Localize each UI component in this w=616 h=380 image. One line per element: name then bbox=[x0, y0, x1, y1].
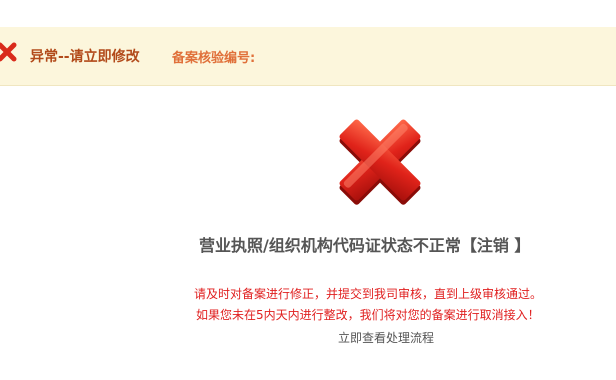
view-process-link[interactable]: 立即查看处理流程 bbox=[338, 329, 434, 346]
verification-code-label: 备案核验编号: bbox=[172, 51, 256, 66]
error-x-icon bbox=[0, 42, 17, 62]
large-error-x-icon bbox=[339, 119, 421, 205]
notice-line-2: 如果您未在5内天内进行整改，我们将对您的备案进行取消接入！ bbox=[196, 308, 540, 322]
notice-line-1: 请及时对备案进行修正，并提交到我司审核，直到上级审核通过。 bbox=[194, 287, 543, 301]
status-banner: 异常--请立即修改 备案核验编号: bbox=[0, 27, 616, 86]
status-headline: 营业执照/组织机构代码证状态不正常【注销 】 bbox=[199, 236, 531, 255]
status-text: 异常--请立即修改 bbox=[30, 49, 140, 65]
